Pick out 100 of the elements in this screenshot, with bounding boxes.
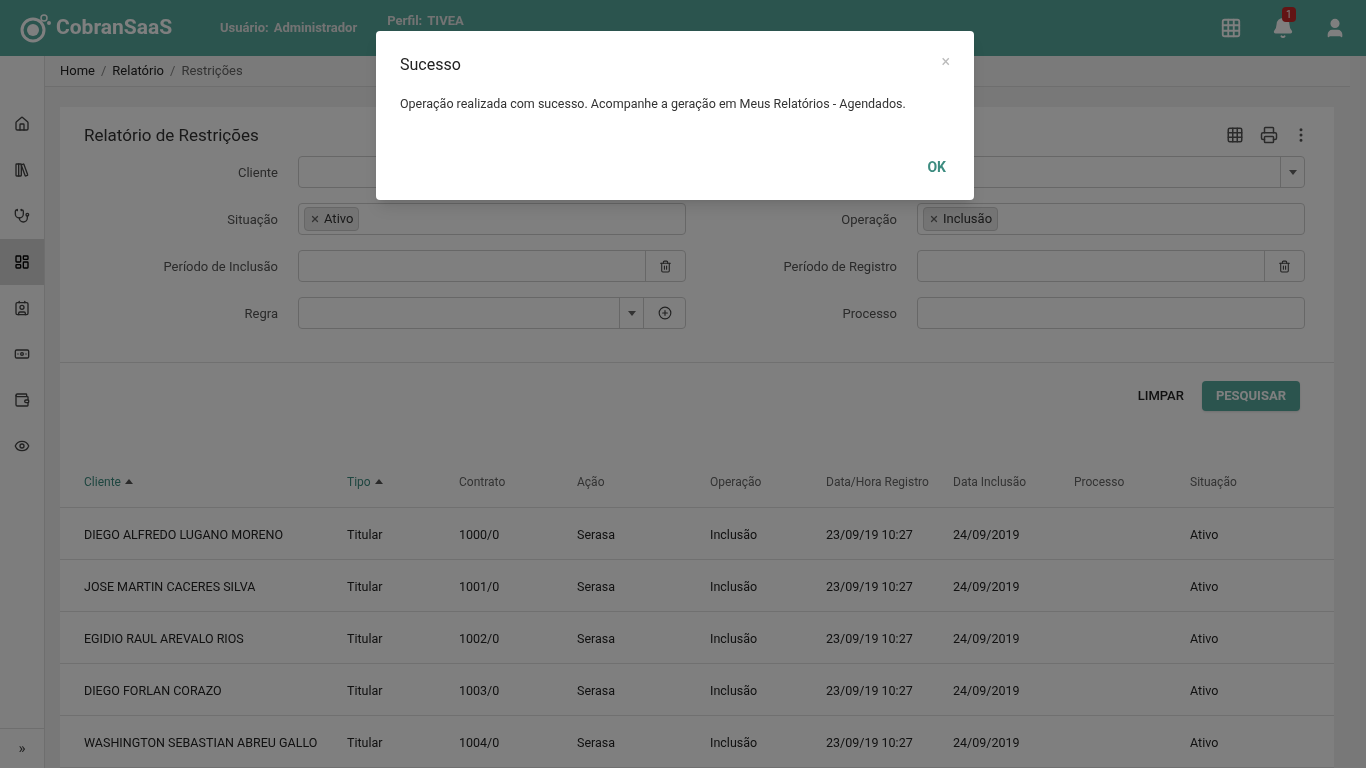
dashboard-icon	[14, 254, 30, 270]
print-icon[interactable]	[1260, 126, 1278, 145]
stethoscope-icon	[14, 208, 30, 224]
wallet-icon	[14, 392, 30, 408]
column-header[interactable]: Contrato	[459, 472, 506, 491]
user-name: Administrador	[273, 19, 358, 38]
remove-icon[interactable]	[929, 214, 939, 224]
logo-text: CobranSaaS	[56, 14, 173, 42]
clear-button[interactable]: LIMPAR	[1135, 386, 1186, 406]
select-field[interactable]	[298, 297, 686, 329]
apps-icon[interactable]	[1220, 17, 1242, 39]
close-button[interactable]: ×	[941, 50, 950, 74]
remove-icon[interactable]	[310, 214, 320, 224]
table-cell: Inclusão	[710, 682, 758, 698]
column-header[interactable]: Ação	[577, 472, 605, 491]
text-field[interactable]	[917, 297, 1305, 329]
table-cell: Titular	[347, 630, 383, 646]
table-cell: JOSE MARTIN CACERES SILVA	[84, 578, 256, 594]
table-cell: Titular	[347, 526, 383, 542]
column-header[interactable]: Data Inclusão	[953, 472, 1027, 491]
table-cell: 23/09/19 10:27	[826, 630, 913, 646]
column-header[interactable]: Situação	[1190, 472, 1237, 491]
user-label: Usuário:	[220, 19, 269, 38]
table-cell: Titular	[347, 578, 383, 594]
column-header[interactable]: Tipo	[347, 472, 371, 491]
column-header[interactable]: Data/Hora Registro	[826, 472, 929, 491]
field-label: Período de Registro	[783, 259, 897, 274]
trash-icon[interactable]	[1278, 259, 1291, 273]
breadcrumb-link[interactable]: Relatório	[112, 61, 165, 81]
table-cell: Ativo	[1190, 682, 1219, 698]
column-header[interactable]: Cliente	[84, 472, 121, 491]
field-label: Cliente	[238, 165, 278, 180]
table-cell: 1003/0	[459, 682, 500, 698]
table-cell: DIEGO ALFREDO LUGANO MORENO	[84, 526, 284, 542]
table-cell: 24/09/2019	[953, 734, 1020, 750]
table-cell: Ativo	[1190, 734, 1219, 750]
table-cell: 1001/0	[459, 578, 500, 594]
profile-label: Perfil:	[387, 12, 423, 31]
table-cell: Inclusão	[710, 526, 758, 542]
expand-button[interactable]: »	[0, 728, 44, 768]
add-icon[interactable]	[657, 306, 672, 320]
table-cell: Ativo	[1190, 526, 1219, 542]
coin-logo-icon	[20, 13, 52, 43]
table-cell: Serasa	[577, 734, 616, 750]
trash-icon[interactable]	[659, 259, 672, 273]
breadcrumb-separator: /	[170, 62, 176, 80]
table-cell: Inclusão	[710, 630, 758, 646]
table-cell: 24/09/2019	[953, 578, 1020, 594]
breadcrumb-link[interactable]: Home	[60, 61, 95, 81]
tags-field[interactable]: Inclusão	[917, 203, 1305, 235]
sidebar-item[interactable]	[0, 239, 44, 285]
table-cell: Ativo	[1190, 578, 1219, 594]
breadcrumb-separator: /	[101, 62, 107, 80]
table-cell: 23/09/19 10:27	[826, 734, 913, 750]
field-label: Operação	[841, 212, 897, 227]
table-cell: Ativo	[1190, 630, 1219, 646]
table-cell: Serasa	[577, 682, 616, 698]
table-cell: Serasa	[577, 526, 616, 542]
table-cell: Serasa	[577, 578, 616, 594]
date-field[interactable]	[917, 250, 1305, 282]
table-cell: 24/09/2019	[953, 682, 1020, 698]
table-cell: 23/09/19 10:27	[826, 526, 913, 542]
table-cell: 24/09/2019	[953, 630, 1020, 646]
table-cell: WASHINGTON SEBASTIAN ABREU GALLO	[84, 734, 318, 750]
column-header[interactable]: Processo	[1074, 472, 1125, 491]
table-cell: Inclusão	[710, 578, 758, 594]
home-icon	[14, 116, 30, 132]
caret-icon	[627, 310, 636, 316]
columns-icon[interactable]	[1226, 126, 1244, 145]
table-cell: EGIDIO RAUL AREVALO RIOS	[84, 630, 244, 646]
caret-icon	[1288, 169, 1297, 175]
dialog-title: Sucesso	[400, 54, 461, 76]
ok-button[interactable]: OK	[915, 153, 958, 182]
dialog-message: Operação realizada com sucesso. Acompanhe a geração em Meus Relatórios - Agendados.	[400, 95, 907, 113]
table-cell: Titular	[347, 734, 383, 750]
date-field[interactable]	[298, 250, 686, 282]
eye-icon	[14, 438, 30, 454]
table-cell: Inclusão	[710, 734, 758, 750]
tag-label: Inclusão	[943, 210, 993, 229]
table-cell: 1004/0	[459, 734, 500, 750]
table-cell: DIEGO FORLAN CORAZO	[84, 682, 222, 698]
search-button[interactable]: PESQUISAR	[1201, 381, 1300, 411]
table-cell: 23/09/19 10:27	[826, 682, 913, 698]
field-label: Período de Inclusão	[163, 259, 278, 274]
table-cell: 24/09/2019	[953, 526, 1020, 542]
tag-label: Ativo	[324, 210, 354, 229]
tags-field[interactable]: Ativo	[298, 203, 686, 235]
column-header[interactable]: Operação	[710, 472, 762, 491]
profile-name: TIVEA	[427, 12, 464, 31]
field-label: Situação	[227, 212, 278, 227]
table-cell: 1002/0	[459, 630, 500, 646]
contact-card-icon	[14, 300, 30, 316]
card-title: Relatório de Restrições	[84, 123, 259, 147]
table-cell: Titular	[347, 682, 383, 698]
table-cell: Serasa	[577, 630, 616, 646]
field-label: Regra	[244, 306, 278, 321]
table-cell: 1000/0	[459, 526, 500, 542]
books-icon	[14, 162, 30, 178]
table-cell: 23/09/19 10:27	[826, 578, 913, 594]
bell-icon[interactable]	[1272, 17, 1294, 39]
